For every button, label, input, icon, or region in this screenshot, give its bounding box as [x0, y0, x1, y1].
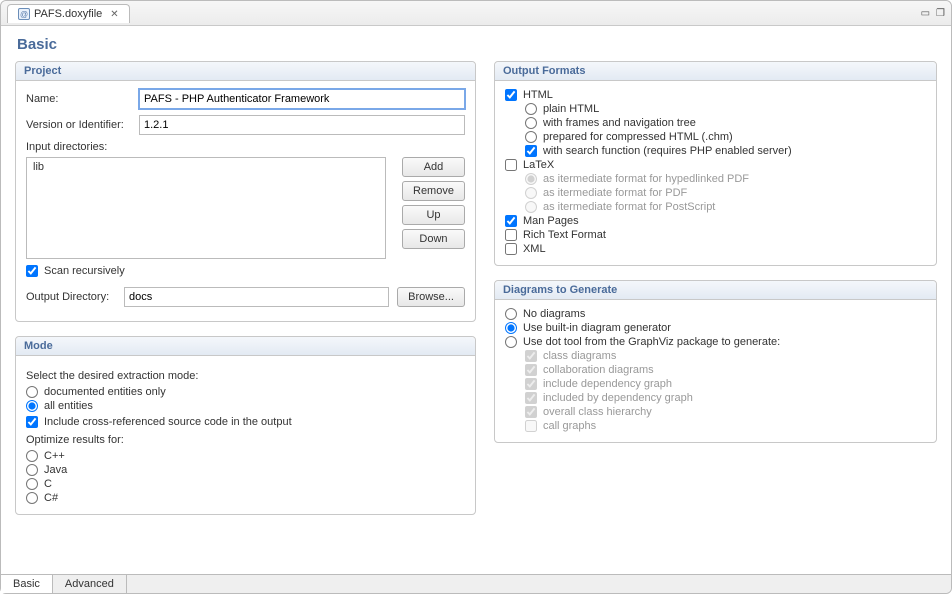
radio-html-chm[interactable] [525, 131, 537, 143]
incby-checkbox [525, 392, 537, 404]
radio-builtin[interactable] [505, 322, 517, 334]
rtf-checkbox[interactable] [505, 229, 517, 241]
group-project: Project Name: Version or Identifier: Inp… [15, 61, 476, 322]
incdep-checkbox [525, 378, 537, 390]
bottom-tabs: Basic Advanced [1, 574, 951, 593]
radio-latex-pdf [525, 187, 537, 199]
call-graphs-checkbox [525, 420, 537, 432]
editor-tab[interactable]: PAFS.doxyfile ✕ [7, 4, 130, 23]
radio-documented-only[interactable] [26, 386, 38, 398]
scan-recursively-label: Scan recursively [44, 265, 125, 277]
name-label: Name: [26, 93, 131, 105]
radio-cpp[interactable] [26, 450, 38, 462]
html-search-checkbox[interactable] [525, 145, 537, 157]
latex-checkbox[interactable] [505, 159, 517, 171]
radio-c-label: C [44, 478, 52, 490]
mode-select-label: Select the desired extraction mode: [26, 370, 465, 382]
radio-html-frames[interactable] [525, 117, 537, 129]
list-item[interactable]: lib [31, 160, 381, 174]
html-search-label: with search function (requires PHP enabl… [543, 145, 792, 157]
radio-cpp-label: C++ [44, 450, 65, 462]
incby-label: included by dependency graph [543, 392, 693, 404]
scan-recursively-checkbox[interactable] [26, 265, 38, 277]
radio-html-frames-label: with frames and navigation tree [543, 117, 696, 129]
radio-all-entities-label: all entities [44, 400, 93, 412]
remove-button[interactable]: Remove [402, 181, 465, 201]
version-label: Version or Identifier: [26, 119, 131, 131]
man-checkbox[interactable] [505, 215, 517, 227]
optimize-label: Optimize results for: [26, 434, 465, 446]
radio-csharp-label: C# [44, 492, 58, 504]
radio-html-chm-label: prepared for compressed HTML (.chm) [543, 131, 733, 143]
group-diagrams-header: Diagrams to Generate [495, 281, 936, 300]
group-output-formats: Output Formats HTML plain HTML with fram… [494, 61, 937, 266]
html-label: HTML [523, 89, 553, 101]
radio-no-diagrams[interactable] [505, 308, 517, 320]
radio-dot[interactable] [505, 336, 517, 348]
radio-html-plain-label: plain HTML [543, 103, 599, 115]
down-button[interactable]: Down [402, 229, 465, 249]
xml-checkbox[interactable] [505, 243, 517, 255]
xml-label: XML [523, 243, 546, 255]
close-icon[interactable]: ✕ [110, 9, 118, 20]
html-checkbox[interactable] [505, 89, 517, 101]
minimize-icon[interactable]: ▭ [921, 8, 930, 19]
up-button[interactable]: Up [402, 205, 465, 225]
collab-diagrams-label: collaboration diagrams [543, 364, 654, 376]
maximize-icon[interactable]: ❐ [936, 8, 945, 19]
version-input[interactable] [139, 115, 465, 135]
name-input[interactable] [139, 89, 465, 109]
radio-java-label: Java [44, 464, 67, 476]
group-mode: Mode Select the desired extraction mode:… [15, 336, 476, 515]
browse-button[interactable]: Browse... [397, 287, 465, 307]
radio-latex-ps [525, 201, 537, 213]
editor-titlebar: PAFS.doxyfile ✕ ▭ ❐ [1, 1, 951, 26]
radio-c[interactable] [26, 478, 38, 490]
output-dir-label: Output Directory: [26, 291, 116, 303]
latex-label: LaTeX [523, 159, 554, 171]
input-dirs-label: Input directories: [26, 141, 465, 153]
rtf-label: Rich Text Format [523, 229, 606, 241]
radio-no-diagrams-label: No diagrams [523, 308, 585, 320]
group-project-header: Project [16, 62, 475, 81]
incdep-label: include dependency graph [543, 378, 672, 390]
radio-documented-only-label: documented entities only [44, 386, 166, 398]
radio-latex-ps-label: as itermediate format for PostScript [543, 201, 715, 213]
call-graphs-label: call graphs [543, 420, 596, 432]
hierarchy-label: overall class hierarchy [543, 406, 652, 418]
tab-basic[interactable]: Basic [1, 575, 53, 593]
radio-latex-hyper [525, 173, 537, 185]
radio-java[interactable] [26, 464, 38, 476]
class-diagrams-checkbox [525, 350, 537, 362]
input-dirs-list[interactable]: lib [26, 157, 386, 259]
hierarchy-checkbox [525, 406, 537, 418]
group-output-formats-header: Output Formats [495, 62, 936, 81]
include-xref-label: Include cross-referenced source code in … [44, 416, 292, 428]
radio-html-plain[interactable] [525, 103, 537, 115]
radio-latex-hyper-label: as itermediate format for hypedlinked PD… [543, 173, 749, 185]
class-diagrams-label: class diagrams [543, 350, 616, 362]
radio-all-entities[interactable] [26, 400, 38, 412]
radio-latex-pdf-label: as itermediate format for PDF [543, 187, 687, 199]
editor-tab-label: PAFS.doxyfile [34, 8, 102, 20]
radio-dot-label: Use dot tool from the GraphViz package t… [523, 336, 780, 348]
add-button[interactable]: Add [402, 157, 465, 177]
group-diagrams: Diagrams to Generate No diagrams Use bui… [494, 280, 937, 443]
radio-csharp[interactable] [26, 492, 38, 504]
man-label: Man Pages [523, 215, 579, 227]
output-dir-input[interactable] [124, 287, 389, 307]
collab-diagrams-checkbox [525, 364, 537, 376]
doxyfile-icon [18, 8, 30, 20]
include-xref-checkbox[interactable] [26, 416, 38, 428]
radio-builtin-label: Use built-in diagram generator [523, 322, 671, 334]
group-mode-header: Mode [16, 337, 475, 356]
tab-advanced[interactable]: Advanced [53, 575, 127, 593]
page-title: Basic [15, 34, 937, 61]
